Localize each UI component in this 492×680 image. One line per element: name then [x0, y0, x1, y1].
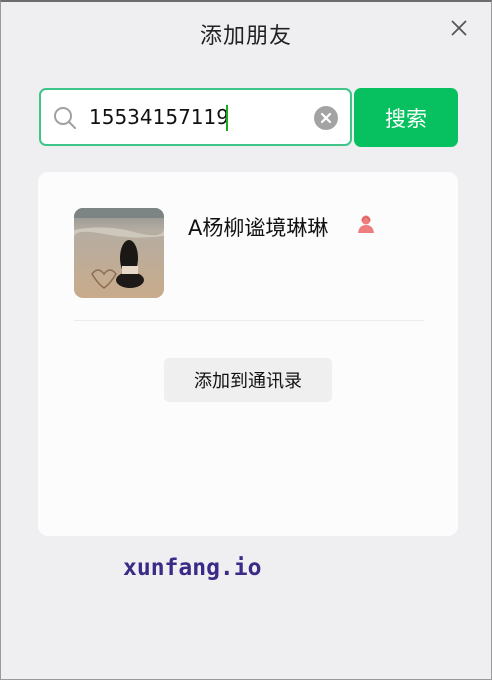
- search-button[interactable]: 搜索: [354, 88, 458, 147]
- watermark-text: xunfang.io: [123, 555, 262, 581]
- divider: [74, 320, 424, 321]
- close-button[interactable]: [449, 18, 469, 38]
- text-caret: [226, 105, 228, 131]
- add-friend-window: 添加朋友 搜索: [0, 0, 492, 680]
- search-icon: [54, 107, 76, 129]
- close-icon: [451, 20, 467, 36]
- avatar[interactable]: [74, 208, 164, 298]
- clear-circle-icon: [320, 112, 332, 124]
- result-card: A杨柳谧境琳琳 添加到通讯录: [38, 172, 458, 536]
- add-to-contacts-button[interactable]: 添加到通讯录: [164, 358, 332, 402]
- contact-name: A杨柳谧境琳琳: [188, 216, 329, 240]
- search-field[interactable]: [39, 88, 352, 146]
- window-title: 添加朋友: [199, 24, 292, 49]
- female-icon: [358, 215, 374, 233]
- search-input[interactable]: [89, 100, 309, 134]
- clear-search-button[interactable]: [314, 106, 338, 130]
